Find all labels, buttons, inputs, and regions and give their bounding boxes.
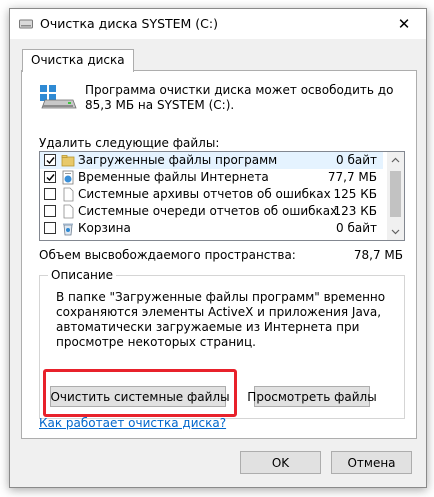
window-title: Очистка диска SYSTEM (C:) <box>40 16 218 31</box>
title-bar: Очистка диска SYSTEM (C:) ✕ <box>10 9 426 39</box>
checkbox-checked[interactable] <box>44 154 56 166</box>
file-size: 0 байт <box>336 153 377 167</box>
view-files-button[interactable]: Просмотреть файлы <box>247 386 377 407</box>
close-button[interactable]: ✕ <box>382 9 426 39</box>
space-to-free-label: Объем высвобождаемого пространства: <box>39 248 296 262</box>
disk-cleanup-window: Очистка диска SYSTEM (C:) ✕ Очистка диск… <box>9 8 427 488</box>
recycle-bin-icon <box>63 223 73 236</box>
file-name: Корзина <box>78 221 131 235</box>
files-to-delete-label: Удалить следующие файлы: <box>39 136 220 150</box>
document-icon <box>63 204 74 219</box>
checkmark-icon <box>46 157 55 165</box>
file-size: 0 байт <box>336 221 377 235</box>
list-item[interactable]: Системные очереди отчетов об ошибках 123… <box>40 203 383 220</box>
file-name: Загруженные файлы программ <box>78 153 278 167</box>
checkmark-icon <box>46 174 55 182</box>
list-item[interactable]: Загруженные файлы программ 0 байт <box>40 152 383 169</box>
file-size: 77,7 МБ <box>327 170 377 184</box>
file-size: 123 КБ <box>333 204 377 218</box>
list-item[interactable]: Системные архивы отчетов об ошибках 125 … <box>40 186 383 203</box>
checkbox-unchecked[interactable] <box>44 188 56 200</box>
cancel-button[interactable]: Отмена <box>331 451 412 474</box>
file-name: Системные архивы отчетов об ошибках <box>78 187 331 201</box>
files-list: Загруженные файлы программ 0 байт Времен… <box>39 151 405 241</box>
folder-icon <box>61 155 75 167</box>
ok-button[interactable]: OK <box>240 451 321 474</box>
drive-icon <box>40 85 77 109</box>
description-title: Описание <box>48 268 117 282</box>
file-name: Системные очереди отчетов об ошибках <box>78 204 338 218</box>
scroll-down-arrow-icon[interactable] <box>387 223 404 240</box>
file-size: 125 КБ <box>333 187 377 201</box>
list-item[interactable]: Временные файлы Интернета 77,7 МБ <box>40 169 383 186</box>
checkbox-unchecked[interactable] <box>44 222 56 234</box>
checkbox-unchecked[interactable] <box>44 205 56 217</box>
vertical-scrollbar[interactable] <box>387 152 404 240</box>
internet-files-icon <box>62 170 74 185</box>
highlight-frame <box>43 369 237 417</box>
space-to-free-value: 78,7 МБ <box>353 248 403 262</box>
checkbox-checked[interactable] <box>44 171 56 183</box>
close-icon: ✕ <box>397 15 411 33</box>
help-link[interactable]: Как работает очистка диска? <box>39 416 226 430</box>
tab-disk-cleanup[interactable]: Очистка диска <box>22 49 134 72</box>
description-text: В папке "Загруженные файлы программ" вре… <box>56 290 386 349</box>
file-name: Временные файлы Интернета <box>78 170 269 184</box>
scrollbar-thumb[interactable] <box>390 171 401 217</box>
scroll-up-arrow-icon[interactable] <box>387 152 404 169</box>
document-icon <box>63 187 74 202</box>
disk-cleanup-app-icon <box>19 19 33 29</box>
list-item[interactable]: Корзина 0 байт <box>40 220 383 237</box>
intro-text: Программа очистки диска может освободить… <box>85 83 394 112</box>
tab-panel: Программа очистки диска может освободить… <box>21 70 417 439</box>
